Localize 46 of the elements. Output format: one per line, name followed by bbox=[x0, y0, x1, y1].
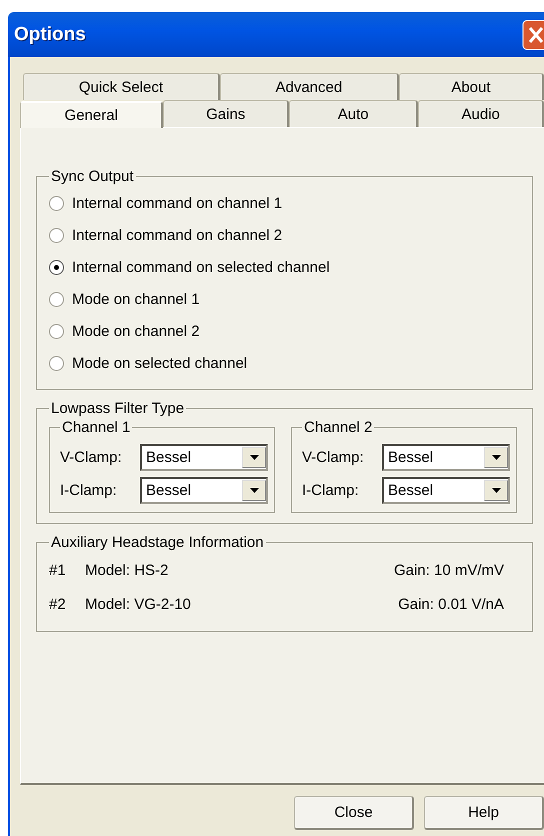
radio-label[interactable]: Internal command on channel 1 bbox=[72, 194, 282, 212]
headstage-number: #1 bbox=[49, 562, 67, 578]
field-label: I-Clamp: bbox=[60, 482, 117, 499]
dialog-button[interactable]: Help bbox=[424, 796, 544, 830]
caret-icon bbox=[250, 488, 258, 493]
gain-text: Gain: 0.01 V/nA bbox=[398, 596, 504, 612]
model-text: Model: VG-2-10 bbox=[85, 596, 192, 612]
dropdown[interactable]: Bessel bbox=[382, 477, 510, 504]
window-title: Options bbox=[14, 24, 86, 46]
close-icon[interactable] bbox=[522, 20, 544, 50]
headstage-number: #2 bbox=[49, 596, 67, 612]
dropdown[interactable]: Bessel bbox=[140, 444, 268, 471]
radio-button[interactable] bbox=[49, 356, 64, 370]
radio-button[interactable] bbox=[49, 260, 64, 274]
dropdown[interactable]: Bessel bbox=[140, 477, 268, 504]
radio-label[interactable]: Mode on channel 1 bbox=[72, 290, 200, 308]
radio-button[interactable] bbox=[49, 196, 64, 210]
radio-button[interactable] bbox=[49, 324, 64, 338]
tab[interactable]: General bbox=[20, 101, 164, 128]
dropdown[interactable]: Bessel bbox=[382, 444, 510, 471]
dialog-button[interactable]: Close bbox=[294, 796, 414, 830]
radio-label[interactable]: Internal command on channel 2 bbox=[72, 226, 282, 244]
group-title: Channel 2 bbox=[303, 419, 374, 436]
group-title: Channel 1 bbox=[61, 419, 132, 436]
gain-text: Gain: 10 mV/mV bbox=[394, 562, 504, 578]
radio-label[interactable]: Mode on selected channel bbox=[72, 354, 248, 372]
field-label: V-Clamp: bbox=[60, 449, 122, 466]
group-title: Lowpass Filter Type bbox=[50, 400, 186, 417]
tab[interactable]: Advanced bbox=[220, 73, 399, 100]
radio-button[interactable] bbox=[49, 228, 64, 242]
caret-icon bbox=[250, 455, 258, 460]
model-text: Model: HS-2 bbox=[85, 562, 170, 578]
tab[interactable]: Gains bbox=[163, 100, 289, 127]
group-title: Auxiliary Headstage Information bbox=[50, 534, 265, 551]
caret-icon bbox=[492, 455, 500, 460]
group-title: Sync Output bbox=[50, 168, 135, 185]
caret-icon bbox=[492, 488, 500, 493]
radio-label[interactable]: Mode on channel 2 bbox=[72, 322, 200, 340]
tab[interactable]: Audio bbox=[418, 100, 544, 127]
field-label: I-Clamp: bbox=[302, 482, 359, 499]
tab[interactable]: Quick Select bbox=[23, 73, 220, 100]
tab[interactable]: About bbox=[398, 73, 544, 100]
tab[interactable]: Auto bbox=[288, 100, 418, 127]
radio-button[interactable] bbox=[49, 292, 64, 306]
radio-label[interactable]: Internal command on selected channel bbox=[72, 258, 330, 276]
field-label: V-Clamp: bbox=[302, 449, 364, 466]
